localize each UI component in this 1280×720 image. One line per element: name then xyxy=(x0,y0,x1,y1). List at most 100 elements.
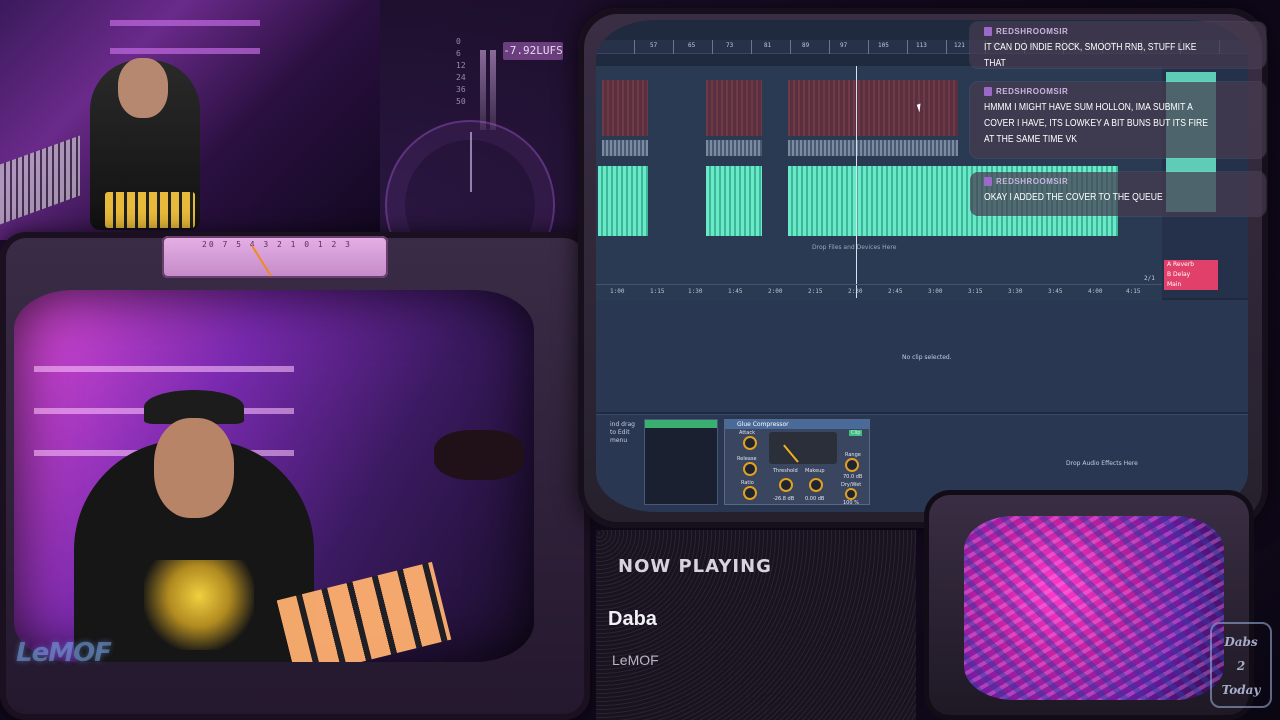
return-track-b[interactable]: B Delay xyxy=(1164,270,1218,280)
device-title-bar[interactable] xyxy=(645,420,717,428)
webcam-main-view xyxy=(14,290,534,662)
chat-message: REDSHROOMSIR IT CAN DO INDIE ROCK, SMOOT… xyxy=(970,22,1266,69)
ruler-mark: 105 xyxy=(878,42,889,49)
twitch-icon xyxy=(984,87,992,96)
chat-user: REDSHROOMSIR xyxy=(984,177,1256,186)
vu-meter: 20 7 5 4 3 2 1 0 1 2 3 xyxy=(162,236,388,278)
twitch-icon xyxy=(984,177,992,186)
drum-rack-device[interactable] xyxy=(644,419,718,505)
ruler-mark: 89 xyxy=(802,42,810,49)
logo-text-bottom: Today xyxy=(1221,683,1261,697)
chat-text: HMMM I MIGHT HAVE SUM HOLLON, IMA SUBMIT… xyxy=(984,102,1208,145)
lemof-logo: LeMOF xyxy=(16,638,112,668)
timeline-label: 1:15 xyxy=(650,288,665,295)
chat-message: REDSHROOMSIR HMMM I MIGHT HAVE SUM HOLLO… xyxy=(970,82,1266,158)
timeline-label: 3:30 xyxy=(1008,288,1023,295)
meter-scale-label: 24 xyxy=(456,73,466,82)
release-label: Release xyxy=(737,456,757,462)
compressor-meter xyxy=(769,432,837,464)
shelf xyxy=(110,20,260,26)
compressor-title[interactable]: Glue Compressor xyxy=(725,420,869,429)
dabs-today-logo: Dabs 2 Today xyxy=(1210,622,1272,708)
vu-needle xyxy=(251,244,272,277)
clip[interactable] xyxy=(602,80,648,136)
no-clip-message: No clip selected. xyxy=(902,354,952,361)
streamer-face xyxy=(154,418,234,518)
timeline-label: 3:45 xyxy=(1048,288,1063,295)
timeline-label: 3:15 xyxy=(968,288,983,295)
ruler-mark: 121 xyxy=(954,42,965,49)
chat-username: REDSHROOMSIR xyxy=(996,87,1069,96)
threshold-value: -26.8 dB xyxy=(773,496,795,502)
loudness-readout: -7.92LUFS xyxy=(503,42,563,60)
ruler-mark: 73 xyxy=(726,42,734,49)
timeline-label: 2:15 xyxy=(808,288,823,295)
timeline-label: 1:00 xyxy=(610,288,625,295)
attack-knob[interactable] xyxy=(743,436,757,450)
ratio-knob[interactable] xyxy=(743,486,757,500)
timeline-label: 2:45 xyxy=(888,288,903,295)
main-track[interactable]: Main xyxy=(1164,280,1218,290)
clip[interactable] xyxy=(706,80,762,136)
drop-audio-effects-hint: Drop Audio Effects Here xyxy=(1066,460,1138,467)
visualizer-screen xyxy=(964,516,1224,700)
drywet-knob[interactable] xyxy=(845,488,857,500)
timeline-label: 2:00 xyxy=(768,288,783,295)
release-knob[interactable] xyxy=(743,462,757,476)
meter-scale: 0 6 12 24 36 50 xyxy=(456,36,466,108)
meter-scale-label: 12 xyxy=(456,61,466,70)
shirt-graphic xyxy=(144,560,254,650)
meter-scale-label: 6 xyxy=(456,49,461,58)
attack-label: Attack xyxy=(739,430,755,436)
clip[interactable] xyxy=(788,140,958,156)
range-knob[interactable] xyxy=(845,458,859,472)
chat-username: REDSHROOMSIR xyxy=(996,177,1069,186)
shelf xyxy=(110,48,260,54)
device-hint: ind drag to Edit menu xyxy=(610,421,635,444)
stream-overlay: 0 6 12 24 36 50 -7.92LUFS 20 7 5 4 3 2 1… xyxy=(0,0,1280,720)
logo-text-top: Dabs xyxy=(1224,635,1258,649)
twitch-icon xyxy=(984,27,992,36)
crt-frame-small xyxy=(924,490,1254,720)
hats xyxy=(434,430,524,480)
chat-username: REDSHROOMSIR xyxy=(996,27,1069,36)
timeline-label: 4:15 xyxy=(1126,288,1141,295)
streamer-head xyxy=(118,58,168,118)
timeline-ruler[interactable]: 1:00 1:15 1:30 1:45 2:00 2:15 2:30 2:45 … xyxy=(596,275,1162,298)
chat-text: IT CAN DO INDIE ROCK, SMOOTH RNB, STUFF … xyxy=(984,42,1197,69)
drop-files-hint: Drop Files and Devices Here xyxy=(812,244,897,251)
playhead[interactable] xyxy=(856,66,857,298)
range-value: 70.0 dB xyxy=(843,474,863,480)
meter-scale-label: 36 xyxy=(456,85,466,94)
ruler-mark: 113 xyxy=(916,42,927,49)
logo-text-mid: 2 xyxy=(1236,659,1246,673)
clip[interactable] xyxy=(788,80,958,136)
ruler-mark: 65 xyxy=(688,42,696,49)
chat-user: REDSHROOMSIR xyxy=(984,27,1256,36)
glue-compressor-device[interactable]: Glue Compressor Attack Release Ratio Thr… xyxy=(724,419,870,506)
threshold-label: Threshold xyxy=(773,468,798,474)
webcam-top-view xyxy=(0,0,380,240)
clip[interactable] xyxy=(706,140,762,156)
threshold-knob[interactable] xyxy=(779,478,793,492)
makeup-knob[interactable] xyxy=(809,478,823,492)
makeup-label: Makeup xyxy=(805,468,825,474)
ruler-mark: 81 xyxy=(764,42,772,49)
chat-user: REDSHROOMSIR xyxy=(984,87,1256,96)
ratio-label: Ratio xyxy=(741,480,754,486)
clip[interactable] xyxy=(706,166,762,236)
timeline-label: 1:30 xyxy=(688,288,703,295)
meter-scale-label: 0 xyxy=(456,37,461,46)
timeline-label: 1:45 xyxy=(728,288,743,295)
clip[interactable] xyxy=(602,140,648,156)
now-playing-title: Daba xyxy=(608,608,657,630)
clip[interactable] xyxy=(598,166,648,236)
chat-message: REDSHROOMSIR OKAY I ADDED THE COVER TO T… xyxy=(970,172,1266,216)
ruler-mark: 97 xyxy=(840,42,848,49)
vu-scale: 20 7 5 4 3 2 1 0 1 2 3 xyxy=(202,240,352,249)
timeline-label: 2:30 xyxy=(848,288,863,295)
clip-toggle[interactable]: Clip xyxy=(849,430,863,436)
now-playing-heading: NOW PLAYING xyxy=(618,556,772,577)
return-track-a[interactable]: A Reverb xyxy=(1164,260,1218,270)
drywet-value: 100 % xyxy=(843,500,859,506)
